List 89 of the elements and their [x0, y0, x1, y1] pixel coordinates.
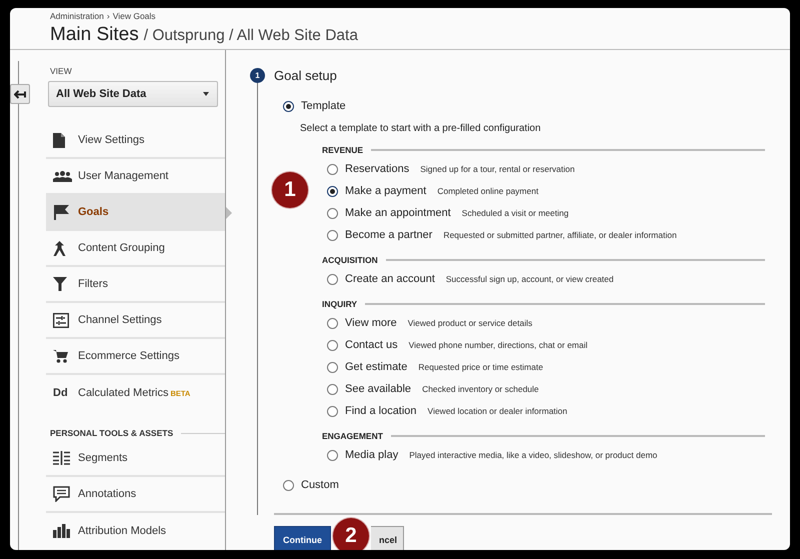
radio-button[interactable]: [327, 230, 338, 240]
bar-chart-icon: [53, 524, 70, 538]
sidebar-item-label: Ecommerce Settings: [78, 350, 180, 362]
option-description: Requested price or time estimate: [418, 362, 544, 372]
radio-label[interactable]: Create an account: [345, 273, 435, 285]
sidebar-item-label: Annotations: [78, 488, 136, 500]
radio-button[interactable]: [327, 406, 338, 416]
back-arrow-icon: [14, 90, 26, 98]
radio-label[interactable]: Make a payment: [345, 185, 426, 197]
radio-button[interactable]: [327, 208, 338, 218]
back-button[interactable]: [10, 84, 30, 104]
sidebar-item-label: Segments: [78, 452, 128, 464]
cart-icon: [53, 349, 68, 363]
option-description: Signed up for a tour, rental or reservation: [420, 164, 575, 174]
radio-label[interactable]: Contact us: [345, 339, 398, 351]
radio-label[interactable]: View more: [345, 317, 397, 329]
step-number: 1: [250, 68, 265, 83]
option-description: Requested or submitted partner, affiliate, or dealer information: [443, 230, 677, 240]
option-description: Checked inventory or schedule: [422, 384, 539, 394]
sidebar-item-label: View Settings: [78, 134, 144, 146]
sidebar-item-label: Content Grouping: [78, 242, 165, 254]
radio-label[interactable]: Get estimate: [345, 361, 408, 373]
sidebar-item[interactable]: Channel Settings: [46, 303, 225, 339]
option-description: Scheduled a visit or meeting: [462, 208, 569, 218]
breadcrumb-separator: ›: [106, 10, 110, 20]
option-description: Viewed location or dealer information: [428, 406, 568, 416]
page-path: / Outsprung / All Web Site Data: [144, 27, 358, 45]
instruction-text: Select a template to start with a pre-filled configuration: [300, 122, 542, 136]
sidebar-item-label: Goals: [78, 206, 109, 218]
sliders-icon: [53, 312, 69, 328]
radio-button[interactable]: [327, 186, 338, 196]
group-heading: ENGAGEMENT: [322, 431, 383, 441]
sidebar-item[interactable]: Attribution Models: [46, 513, 225, 549]
merge-arrow-icon: [53, 240, 66, 256]
view-select[interactable]: All Web Site Data: [48, 81, 218, 107]
sidebar-item[interactable]: Ecommerce Settings: [46, 339, 225, 375]
sidebar-item[interactable]: View Settings: [46, 123, 225, 159]
breadcrumb-link[interactable]: Administration: [50, 10, 104, 20]
radio-button[interactable]: [327, 318, 338, 328]
sidebar-item-label: User Management: [78, 170, 168, 182]
radio-button[interactable]: [327, 340, 338, 350]
sidebar-item[interactable]: Filters: [46, 267, 225, 303]
page-title: Main Sites: [50, 24, 139, 46]
option-description: Played interactive media, like a video, slideshow, or product demo: [409, 450, 658, 460]
radio-label[interactable]: Template: [301, 100, 346, 112]
option-description: Successful sign up, account, or view created: [446, 274, 614, 284]
radio-label[interactable]: Reservations: [345, 163, 410, 175]
sidebar-item-label: Attribution Models: [78, 525, 166, 537]
section-heading: PERSONAL TOOLS & ASSETS: [50, 428, 174, 438]
radio-button[interactable]: [327, 362, 338, 372]
radio-label[interactable]: See available: [345, 383, 412, 395]
sidebar-item[interactable]: Content Grouping: [46, 231, 225, 267]
caret-icon: [203, 92, 209, 96]
callout-badge: 1: [272, 172, 308, 208]
option-description: Viewed phone number, directions, chat or email: [408, 340, 588, 350]
sidebar-item-label: Filters: [78, 278, 108, 290]
radio-button[interactable]: [283, 480, 294, 490]
list-icon: [53, 451, 70, 465]
letter-icon: Dd: [53, 387, 68, 399]
document-icon: [53, 132, 65, 148]
group-heading: ACQUISITION: [322, 255, 378, 265]
callout-badge: 2: [333, 518, 369, 550]
group-heading: REVENUE: [322, 145, 364, 155]
sidebar-item[interactable]: Segments: [46, 441, 225, 477]
flag-icon: [53, 204, 69, 220]
group-heading: INQUIRY: [322, 299, 358, 309]
people-icon: [53, 170, 72, 182]
option-description: Viewed product or service details: [408, 318, 532, 328]
sidebar-item-label: Channel Settings: [78, 314, 162, 326]
sidebar-item[interactable]: Annotations: [46, 477, 225, 513]
radio-button[interactable]: [327, 274, 338, 284]
radio-label[interactable]: Make an appointment: [345, 207, 451, 219]
radio-label[interactable]: Custom: [301, 479, 339, 491]
section-title: Goal setup: [274, 68, 338, 84]
option-description: Completed online payment: [437, 186, 538, 196]
radio-button[interactable]: [327, 384, 338, 394]
radio-label[interactable]: Become a partner: [345, 229, 432, 241]
breadcrumb-link[interactable]: View Goals: [112, 10, 156, 20]
radio-button[interactable]: [283, 100, 294, 112]
funnel-icon: [53, 277, 67, 291]
continue-button[interactable]: Continue: [274, 526, 331, 550]
view-label: VIEW: [50, 66, 73, 76]
radio-button[interactable]: [327, 164, 338, 174]
radio-label[interactable]: Media play: [345, 449, 398, 461]
radio-label[interactable]: Find a location: [345, 405, 417, 417]
radio-button[interactable]: [327, 450, 338, 460]
speech-bubble-icon: [53, 486, 70, 502]
cancel-button[interactable]: ncel: [371, 526, 404, 550]
sidebar-item-label: Calculated Metrics: [78, 387, 168, 399]
